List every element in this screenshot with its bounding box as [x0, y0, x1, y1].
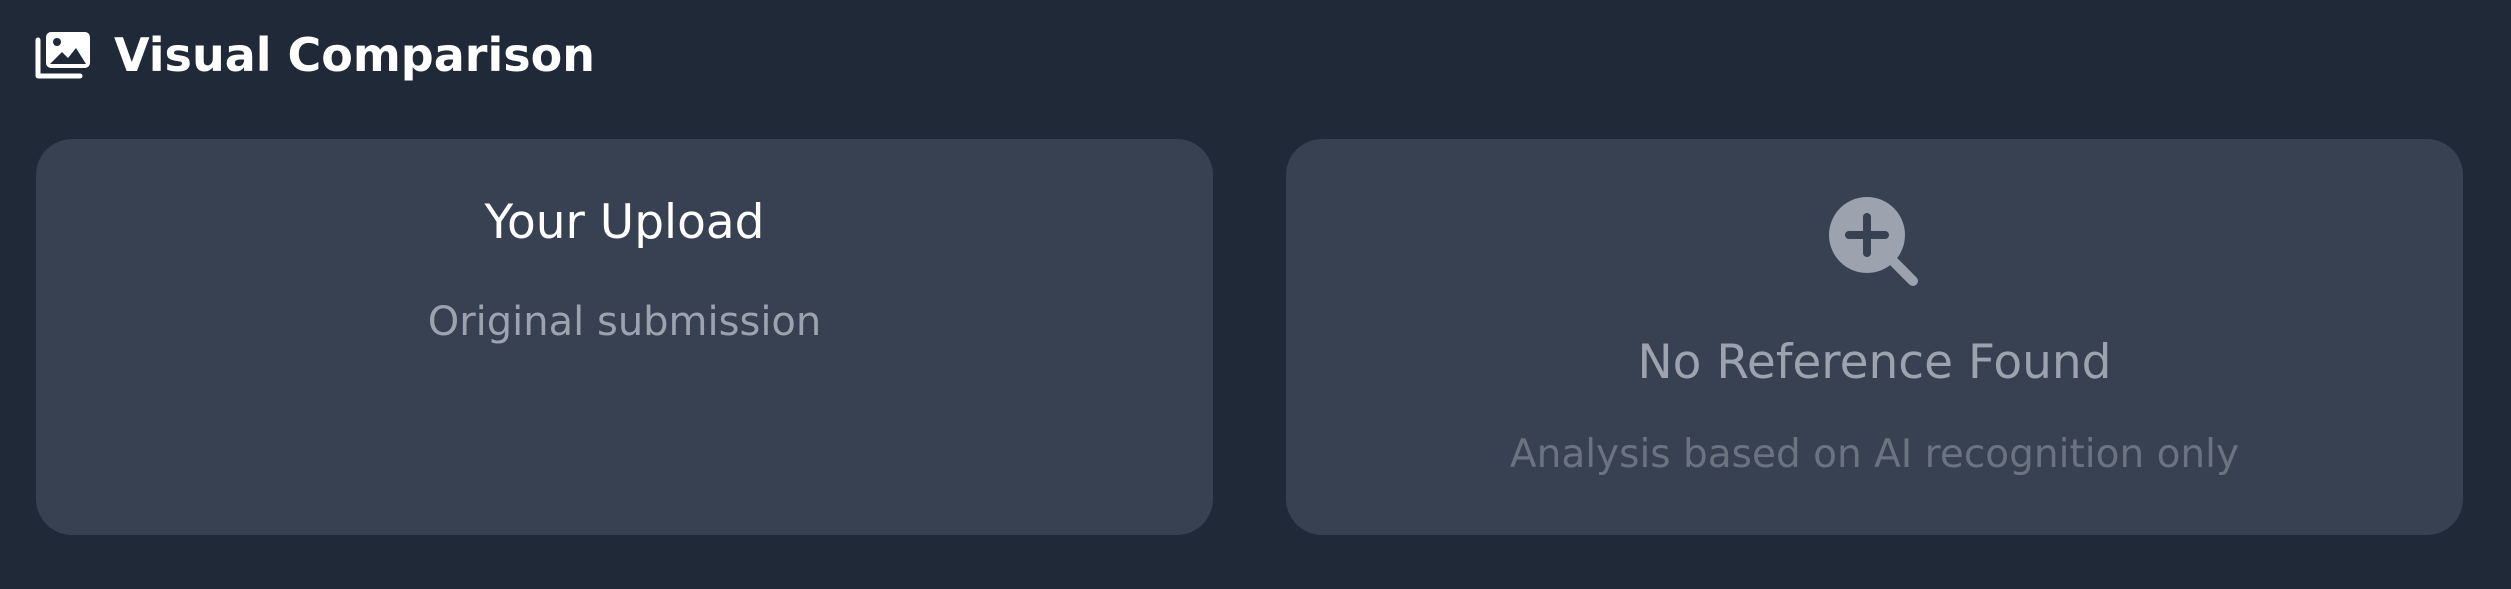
search-plus-icon: [1827, 195, 1927, 295]
section-header: Visual Comparison: [34, 27, 595, 83]
images-icon: [34, 30, 92, 80]
reference-card: No Reference Found Analysis based on AI …: [1286, 139, 2463, 535]
upload-card-subtitle: Original submission: [427, 299, 822, 345]
upload-card-title: Your Upload: [484, 195, 765, 250]
reference-card-title: No Reference Found: [1637, 335, 2112, 390]
upload-card: Your Upload Original submission: [36, 139, 1213, 535]
reference-card-subtitle: Analysis based on AI recognition only: [1509, 432, 2240, 477]
section-title: Visual Comparison: [114, 28, 595, 82]
